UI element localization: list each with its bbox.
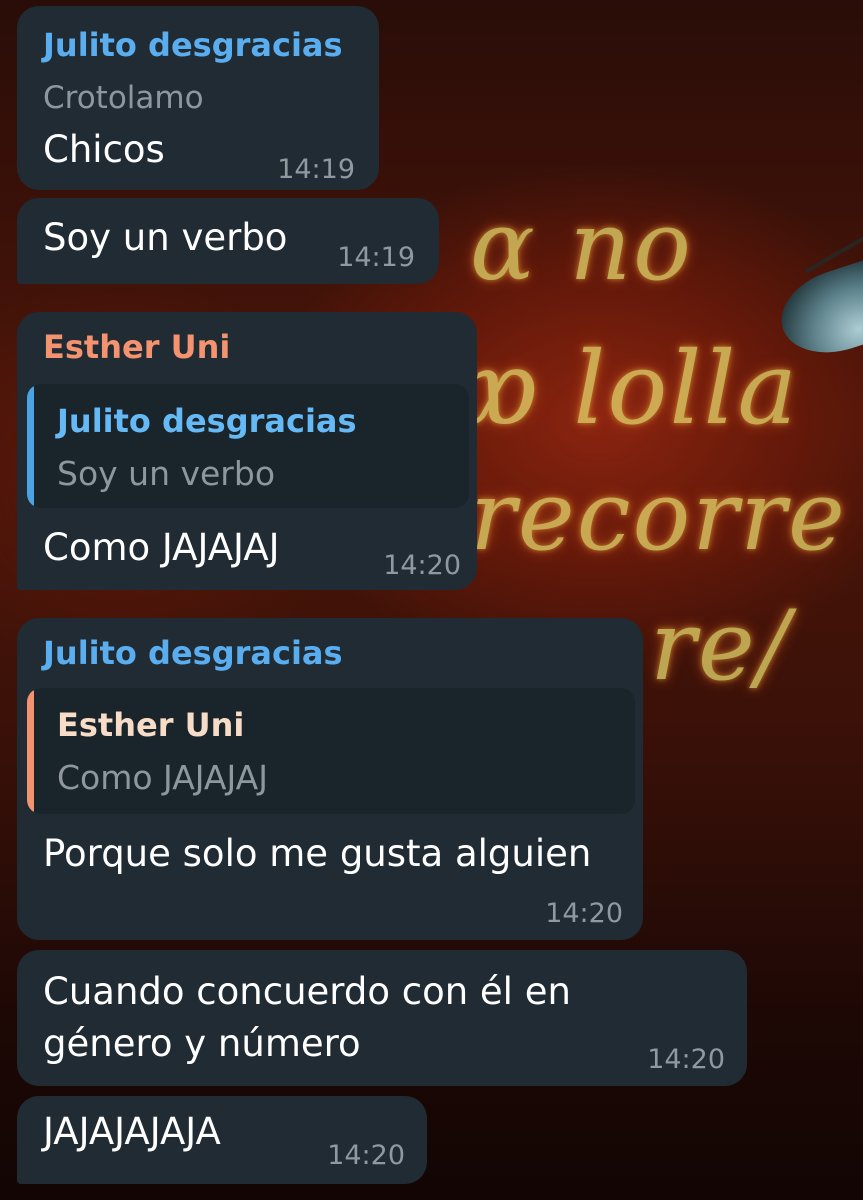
message-timestamp: 14:19 [277, 154, 355, 185]
message-bubble[interactable]: Esther Uni Julito desgracias Soy un verb… [17, 312, 477, 590]
message-timestamp: 14:20 [383, 550, 461, 581]
neon-sign-decoration: ɑ no [470, 190, 693, 302]
message-sender[interactable]: Julito desgracias [43, 26, 343, 64]
neon-sign-decoration: recorre [470, 460, 847, 572]
message-text: Soy un verbo [43, 216, 288, 259]
reply-quote[interactable]: Julito desgracias Soy un verbo [27, 384, 469, 508]
message-timestamp: 14:19 [337, 242, 415, 273]
reply-quote-text: Soy un verbo [57, 454, 276, 493]
message-text: Como JAJAJAJ [43, 526, 280, 569]
message-timestamp: 14:20 [327, 1140, 405, 1171]
reply-quote-sender: Esther Uni [57, 706, 245, 744]
message-bubble[interactable]: Julito desgracias Crotolamo Chicos 14:19 [17, 6, 379, 190]
message-timestamp: 14:20 [545, 898, 623, 929]
message-bubble[interactable]: Soy un verbo 14:19 [17, 198, 439, 284]
message-text: Porque solo me gusta alguien [43, 832, 592, 875]
message-sender[interactable]: Julito desgracias [43, 634, 343, 672]
reply-quote-text: Como JAJAJAJ [57, 758, 268, 797]
message-bubble[interactable]: Julito desgracias Esther Uni Como JAJAJA… [17, 618, 643, 940]
neon-sign-decoration: ɒ lolla [470, 330, 800, 447]
reply-quote[interactable]: Esther Uni Como JAJAJAJ [27, 688, 635, 814]
message-bubble[interactable]: Cuando concuerdo con él en género y núme… [17, 950, 747, 1086]
reply-quote-bar [27, 688, 34, 814]
neon-sign-decoration: re/ [650, 590, 792, 702]
message-text: Cuando concuerdo con él en [43, 970, 571, 1013]
reply-quote-sender: Julito desgracias [57, 402, 357, 440]
message-bubble[interactable]: JAJAJAJAJA 14:20 [17, 1096, 427, 1184]
message-text: JAJAJAJAJA [43, 1110, 221, 1153]
message-timestamp: 14:20 [647, 1044, 725, 1075]
reply-quote-bar [27, 384, 34, 508]
message-text: género y número [43, 1022, 361, 1065]
message-sender[interactable]: Esther Uni [43, 328, 230, 366]
message-text: Chicos [43, 128, 165, 171]
sender-subtitle: Crotolamo [43, 80, 204, 116]
